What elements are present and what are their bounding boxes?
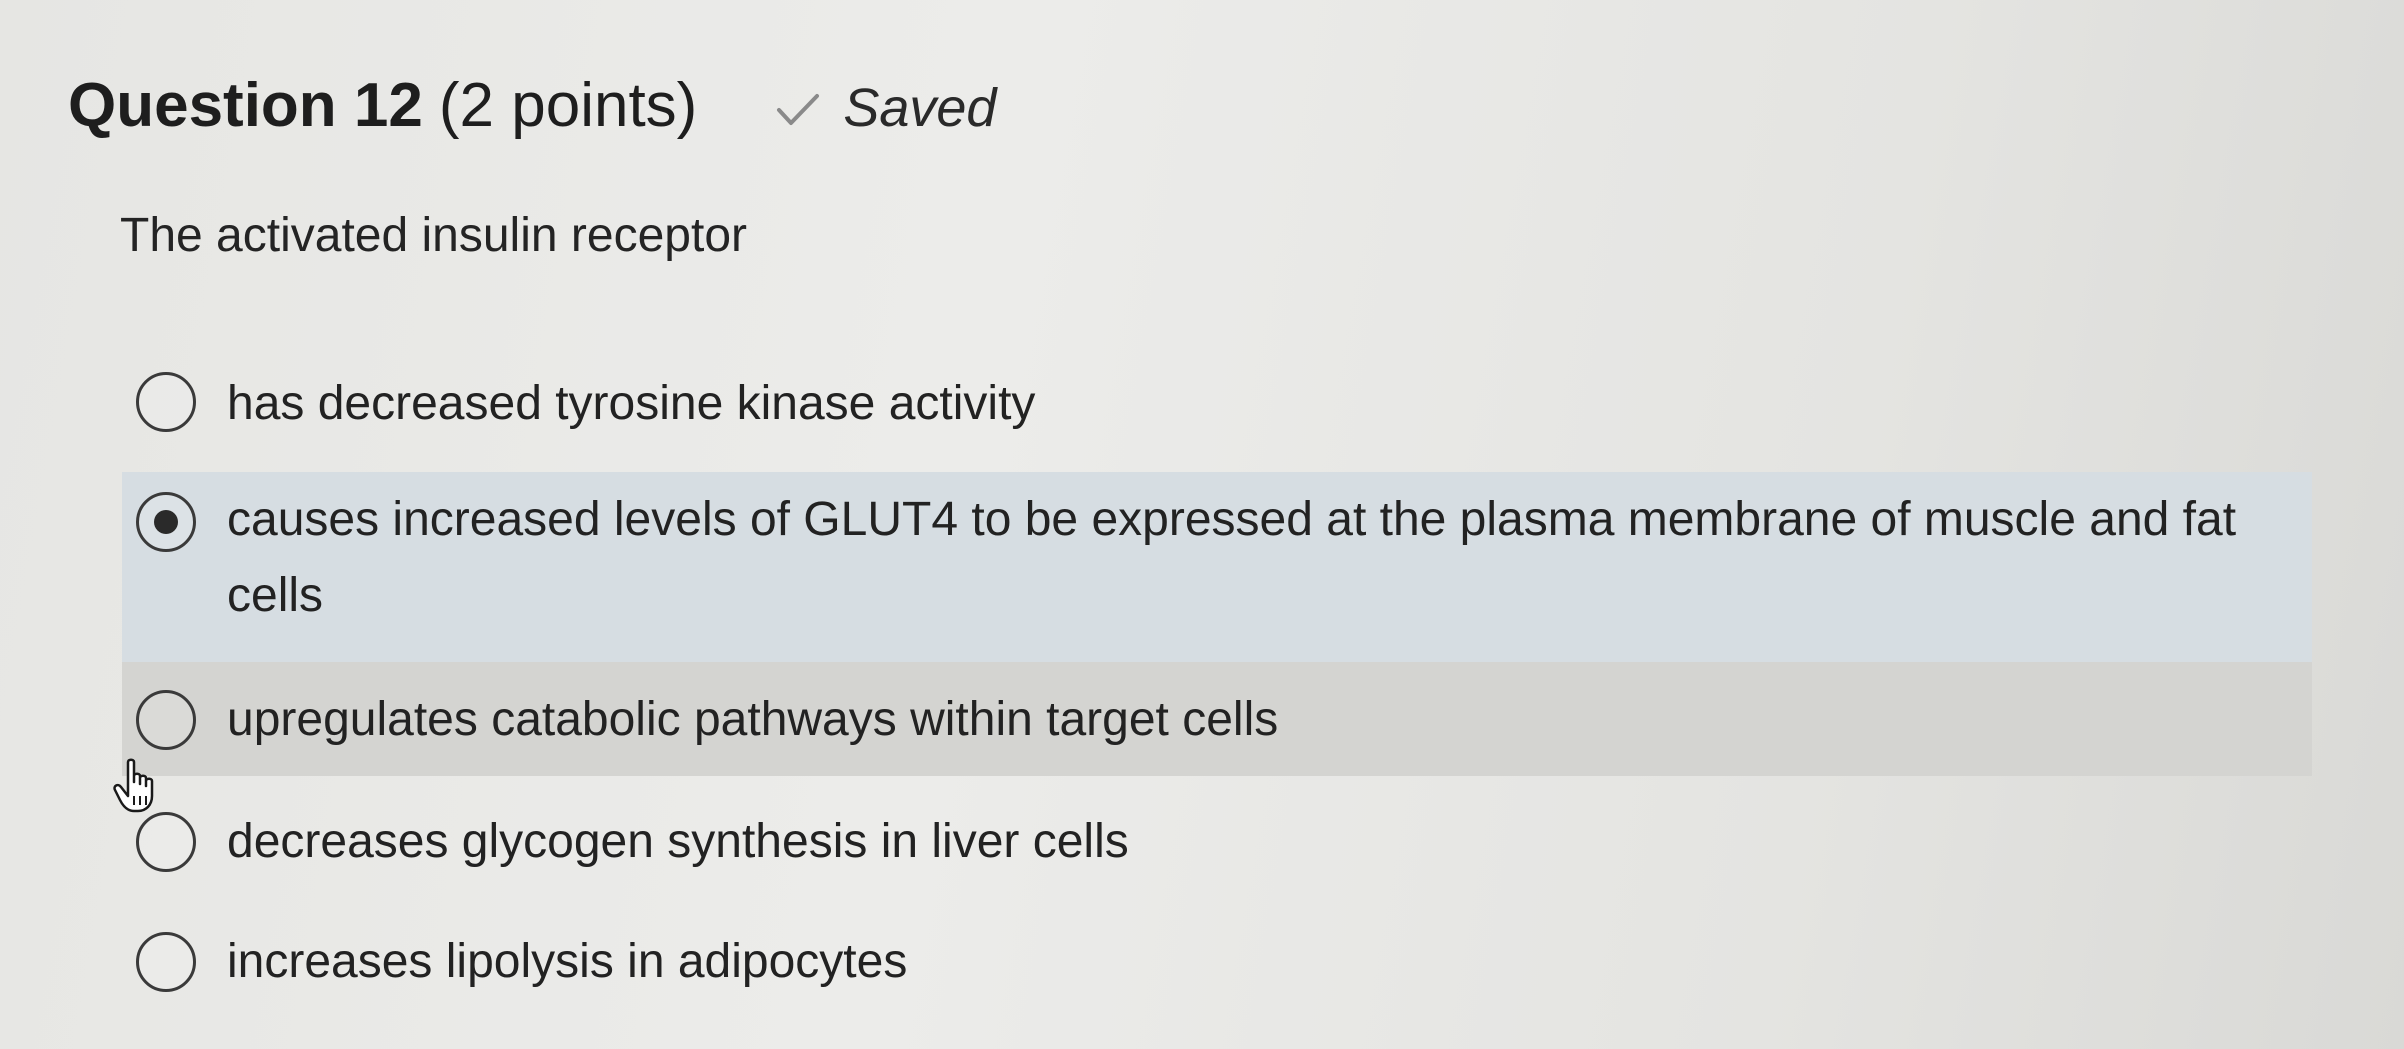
saved-status: Saved — [775, 77, 996, 139]
saved-label: Saved — [843, 78, 997, 138]
question-header: Question 12 (2 points) Saved — [68, 70, 996, 141]
answer-option-text: decreases glycogen synthesis in liver ce… — [227, 815, 1129, 868]
hand-cursor-icon — [113, 758, 154, 813]
question-points: (2 points) — [438, 71, 698, 140]
radio-button[interactable] — [136, 812, 196, 872]
answer-option-1[interactable]: has decreased tyrosine kinase activity — [122, 352, 2312, 472]
radio-button-selected[interactable] — [136, 492, 196, 552]
radio-button[interactable] — [136, 372, 196, 432]
answer-option-5[interactable]: increases lipolysis in adipocytes — [122, 920, 2312, 1030]
answer-option-2[interactable]: causes increased levels of GLUT4 to be e… — [122, 472, 2312, 662]
answer-option-text: increases lipolysis in adipocytes — [227, 935, 908, 988]
question-title: Question 12 — [68, 71, 423, 140]
check-icon — [777, 94, 820, 125]
answer-option-3[interactable]: upregulates catabolic pathways within ta… — [122, 662, 2312, 776]
question-stem: The activated insulin receptor — [120, 209, 747, 262]
answer-option-text: upregulates catabolic pathways within ta… — [227, 693, 1279, 746]
answer-option-text: has decreased tyrosine kinase activity — [227, 377, 1036, 430]
radio-button[interactable] — [136, 932, 196, 992]
answer-option-4[interactable]: decreases glycogen synthesis in liver ce… — [122, 800, 2312, 910]
answer-option-text: causes increased levels of GLUT4 to be e… — [227, 493, 2237, 622]
radio-button[interactable] — [136, 690, 196, 750]
